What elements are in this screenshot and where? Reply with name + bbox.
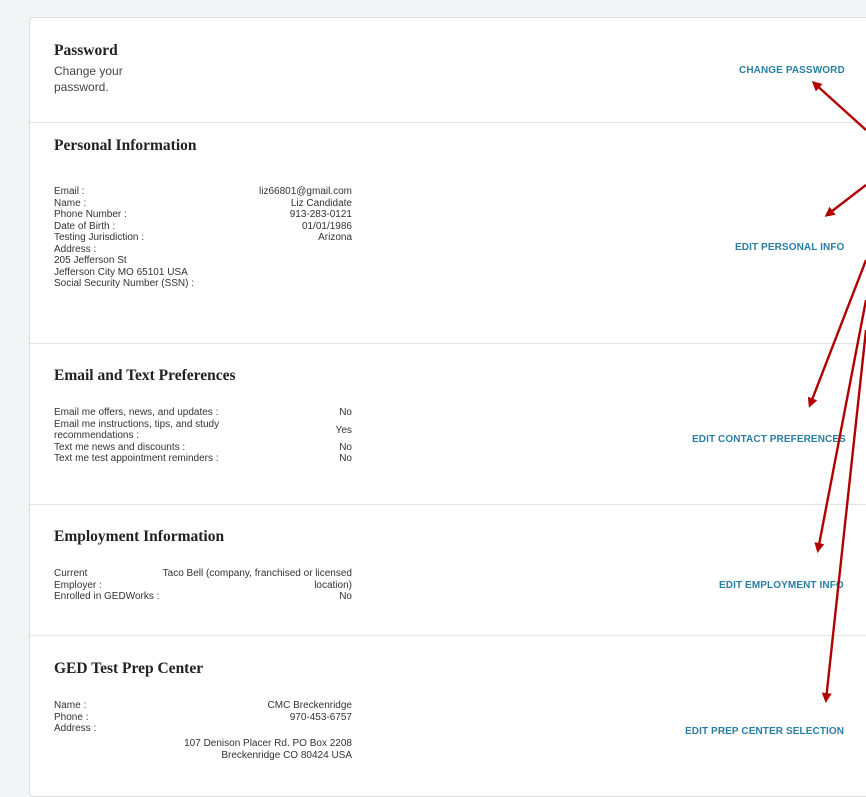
offers-label: Email me offers, news, and updates :: [54, 407, 219, 418]
employer-label-2: Employer :: [54, 579, 102, 591]
prep-phone-value: 970-453-6757: [289, 711, 352, 723]
address-line-1: 205 Jefferson St: [54, 255, 127, 266]
edit-contact-preferences-link[interactable]: EDIT CONTACT PREFERENCES: [692, 434, 846, 445]
instructions-label-2: recommendations :: [54, 430, 140, 441]
employer-value-2: location): [314, 579, 352, 591]
name-label: Name :: [54, 197, 87, 209]
password-subtitle: Change your password.: [54, 64, 123, 94]
preferences-title: Email and Text Preferences: [54, 367, 236, 384]
prep-name-value: CMC Breckenridge: [267, 700, 352, 711]
reminders-value: No: [339, 453, 352, 464]
account-settings-card: Password Change your password. CHANGE PA…: [29, 17, 866, 797]
phone-label: Phone Number :: [54, 209, 127, 220]
prep-phone-label: Phone :: [54, 711, 89, 723]
prep-address-line-1: 107 Denison Placer Rd. PO Box 2208: [184, 738, 352, 749]
gedworks-value: No: [339, 591, 352, 602]
email-value: liz66801@gmail.com: [259, 186, 352, 197]
address-line-2: Jefferson City MO 65101 USA: [54, 266, 188, 278]
prep-center-title: GED Test Prep Center: [54, 660, 204, 677]
dob-value: 01/01/1986: [301, 220, 352, 232]
jurisdiction-value: Arizona: [318, 232, 352, 243]
instructions-label-1: Email me instructions, tips, and study: [54, 418, 220, 430]
employer-value-1: Taco Bell (company, franchised or licens…: [162, 568, 352, 579]
change-password-link[interactable]: CHANGE PASSWORD: [739, 65, 845, 76]
dob-label: Date of Birth :: [54, 220, 116, 232]
employer-row: Current Employer : Taco Bell (company, f…: [54, 568, 352, 591]
ssn-label: Social Security Number (SSN) :: [54, 278, 195, 289]
personal-info-title: Personal Information: [54, 137, 197, 154]
prep-center-section: GED Test Prep Center Name : CMC Breckenr…: [30, 635, 866, 796]
password-section: Password Change your password. CHANGE PA…: [30, 18, 866, 123]
text-news-value: No: [339, 441, 352, 453]
jurisdiction-label: Testing Jurisdiction :: [54, 232, 145, 243]
name-value: Liz Candidate: [290, 197, 352, 209]
reminders-label: Text me test appointment reminders :: [54, 453, 219, 464]
prep-address-line-2: Breckenridge CO 80424 USA: [221, 749, 352, 761]
edit-personal-info-link[interactable]: EDIT PERSONAL INFO: [735, 242, 844, 253]
offers-value: No: [339, 407, 352, 418]
edit-prep-center-link[interactable]: EDIT PREP CENTER SELECTION: [685, 726, 844, 737]
prep-name-label: Name :: [54, 700, 87, 711]
address-label: Address :: [54, 243, 97, 255]
employer-label-1: Current: [54, 568, 88, 579]
prep-address-label: Address :: [54, 723, 97, 734]
employment-title: Employment Information: [54, 528, 225, 545]
personal-info-section: Personal Information Email : liz66801@gm…: [30, 122, 866, 344]
edit-employment-info-link[interactable]: EDIT EMPLOYMENT INFO: [719, 580, 844, 591]
text-news-label: Text me news and discounts :: [54, 441, 186, 453]
employment-section: Employment Information Current Employer …: [30, 504, 866, 636]
preferences-section: Email and Text Preferences Email me offe…: [30, 343, 866, 505]
email-label: Email :: [54, 186, 85, 197]
password-title: Password: [54, 42, 118, 59]
instructions-value: Yes: [335, 424, 352, 436]
instructions-row: Email me instructions, tips, and study r…: [54, 419, 352, 442]
phone-value: 913-283-0121: [289, 209, 352, 220]
gedworks-label: Enrolled in GEDWorks :: [54, 591, 160, 602]
